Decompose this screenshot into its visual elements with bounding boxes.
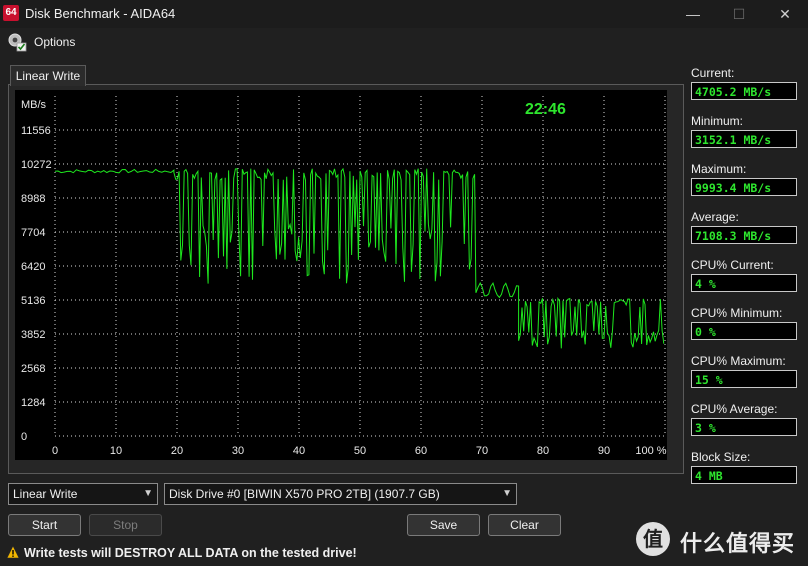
y-tick-label: 2568 <box>21 363 45 375</box>
stat-label: CPU% Minimum: <box>691 306 783 320</box>
stat-label: Average: <box>691 210 739 224</box>
test-type-select[interactable]: Linear Write ▼ <box>8 483 158 505</box>
y-tick-label: 7704 <box>21 227 45 239</box>
x-tick-label: 40 <box>293 445 305 457</box>
stat-label: Current: <box>691 66 735 80</box>
x-tick-label: 50 <box>354 445 366 457</box>
clear-button[interactable]: Clear <box>488 514 561 536</box>
y-tick-label: 0 <box>21 431 27 443</box>
y-tick-label: 10272 <box>21 159 52 171</box>
start-button[interactable]: Start <box>8 514 81 536</box>
x-tick-label: 80 <box>537 445 549 457</box>
y-tick-label: 5136 <box>21 295 45 307</box>
x-tick-label: 30 <box>232 445 244 457</box>
stat-value: 4705.2 MB/s <box>691 82 797 100</box>
options-gear-icon[interactable] <box>6 31 28 53</box>
stat-value: 4 % <box>691 274 797 292</box>
aida64-app-icon: 64 <box>3 5 19 21</box>
y-tick-label: 11556 <box>21 125 51 137</box>
stat-label: Block Size: <box>691 450 751 464</box>
svg-text:值: 值 <box>643 527 663 551</box>
write-speed-series <box>54 167 665 349</box>
stat-label: Minimum: <box>691 114 744 128</box>
drive-select[interactable]: Disk Drive #0 [BIWIN X570 PRO 2TB] (1907… <box>164 483 517 505</box>
x-tick-label: 60 <box>415 445 427 457</box>
maximize-button: ☐ <box>732 6 746 22</box>
x-tick-label: 20 <box>171 445 183 457</box>
x-tick-label: 100 % <box>635 445 666 457</box>
stat-value: 3 % <box>691 418 797 436</box>
stat-value: 9993.4 MB/s <box>691 178 797 196</box>
warning-icon <box>6 545 20 559</box>
y-tick-label: 8988 <box>21 193 45 205</box>
options-menu[interactable]: Options <box>34 35 75 49</box>
x-tick-label: 0 <box>52 445 58 457</box>
y-axis-unit-label: MB/s <box>21 99 47 111</box>
minimize-button[interactable]: — <box>670 0 716 28</box>
stat-value: 3152.1 MB/s <box>691 130 797 148</box>
stat-value: 4 MB <box>691 466 797 484</box>
warning-message: Write tests will DESTROY ALL DATA on the… <box>24 546 357 560</box>
chart-grid <box>54 96 666 437</box>
stat-label: Maximum: <box>691 162 747 176</box>
save-button[interactable]: Save <box>407 514 480 536</box>
elapsed-time: 22:46 <box>525 101 566 118</box>
x-tick-label: 70 <box>476 445 488 457</box>
x-tick-label: 90 <box>598 445 610 457</box>
test-type-value: Linear Write <box>13 487 78 501</box>
y-tick-label: 3852 <box>21 329 45 341</box>
stop-button[interactable]: Stop <box>89 514 162 536</box>
y-tick-label: 1284 <box>21 397 45 409</box>
watermark-text: 什么值得买 <box>680 531 796 556</box>
drive-value: Disk Drive #0 [BIWIN X570 PRO 2TB] (1907… <box>169 487 440 501</box>
close-button[interactable]: ✕ <box>762 0 808 28</box>
y-tick-label: 6420 <box>21 261 45 273</box>
stat-label: CPU% Maximum: <box>691 354 786 368</box>
stat-value: 15 % <box>691 370 797 388</box>
stat-label: CPU% Average: <box>691 402 778 416</box>
chevron-down-icon: ▼ <box>502 488 512 499</box>
stat-label: CPU% Current: <box>691 258 774 272</box>
watermark-logo-icon: 值 <box>636 522 670 556</box>
window-title: Disk Benchmark - AIDA64 <box>25 6 176 21</box>
chevron-down-icon: ▼ <box>143 488 153 499</box>
benchmark-chart: 115561027289887704642051363852256812840 … <box>15 90 667 460</box>
stat-value: 0 % <box>691 322 797 340</box>
menu-bar <box>0 28 808 56</box>
x-tick-label: 10 <box>110 445 122 457</box>
stat-value: 7108.3 MB/s <box>691 226 797 244</box>
tab-linear-write[interactable]: Linear Write <box>10 65 86 86</box>
